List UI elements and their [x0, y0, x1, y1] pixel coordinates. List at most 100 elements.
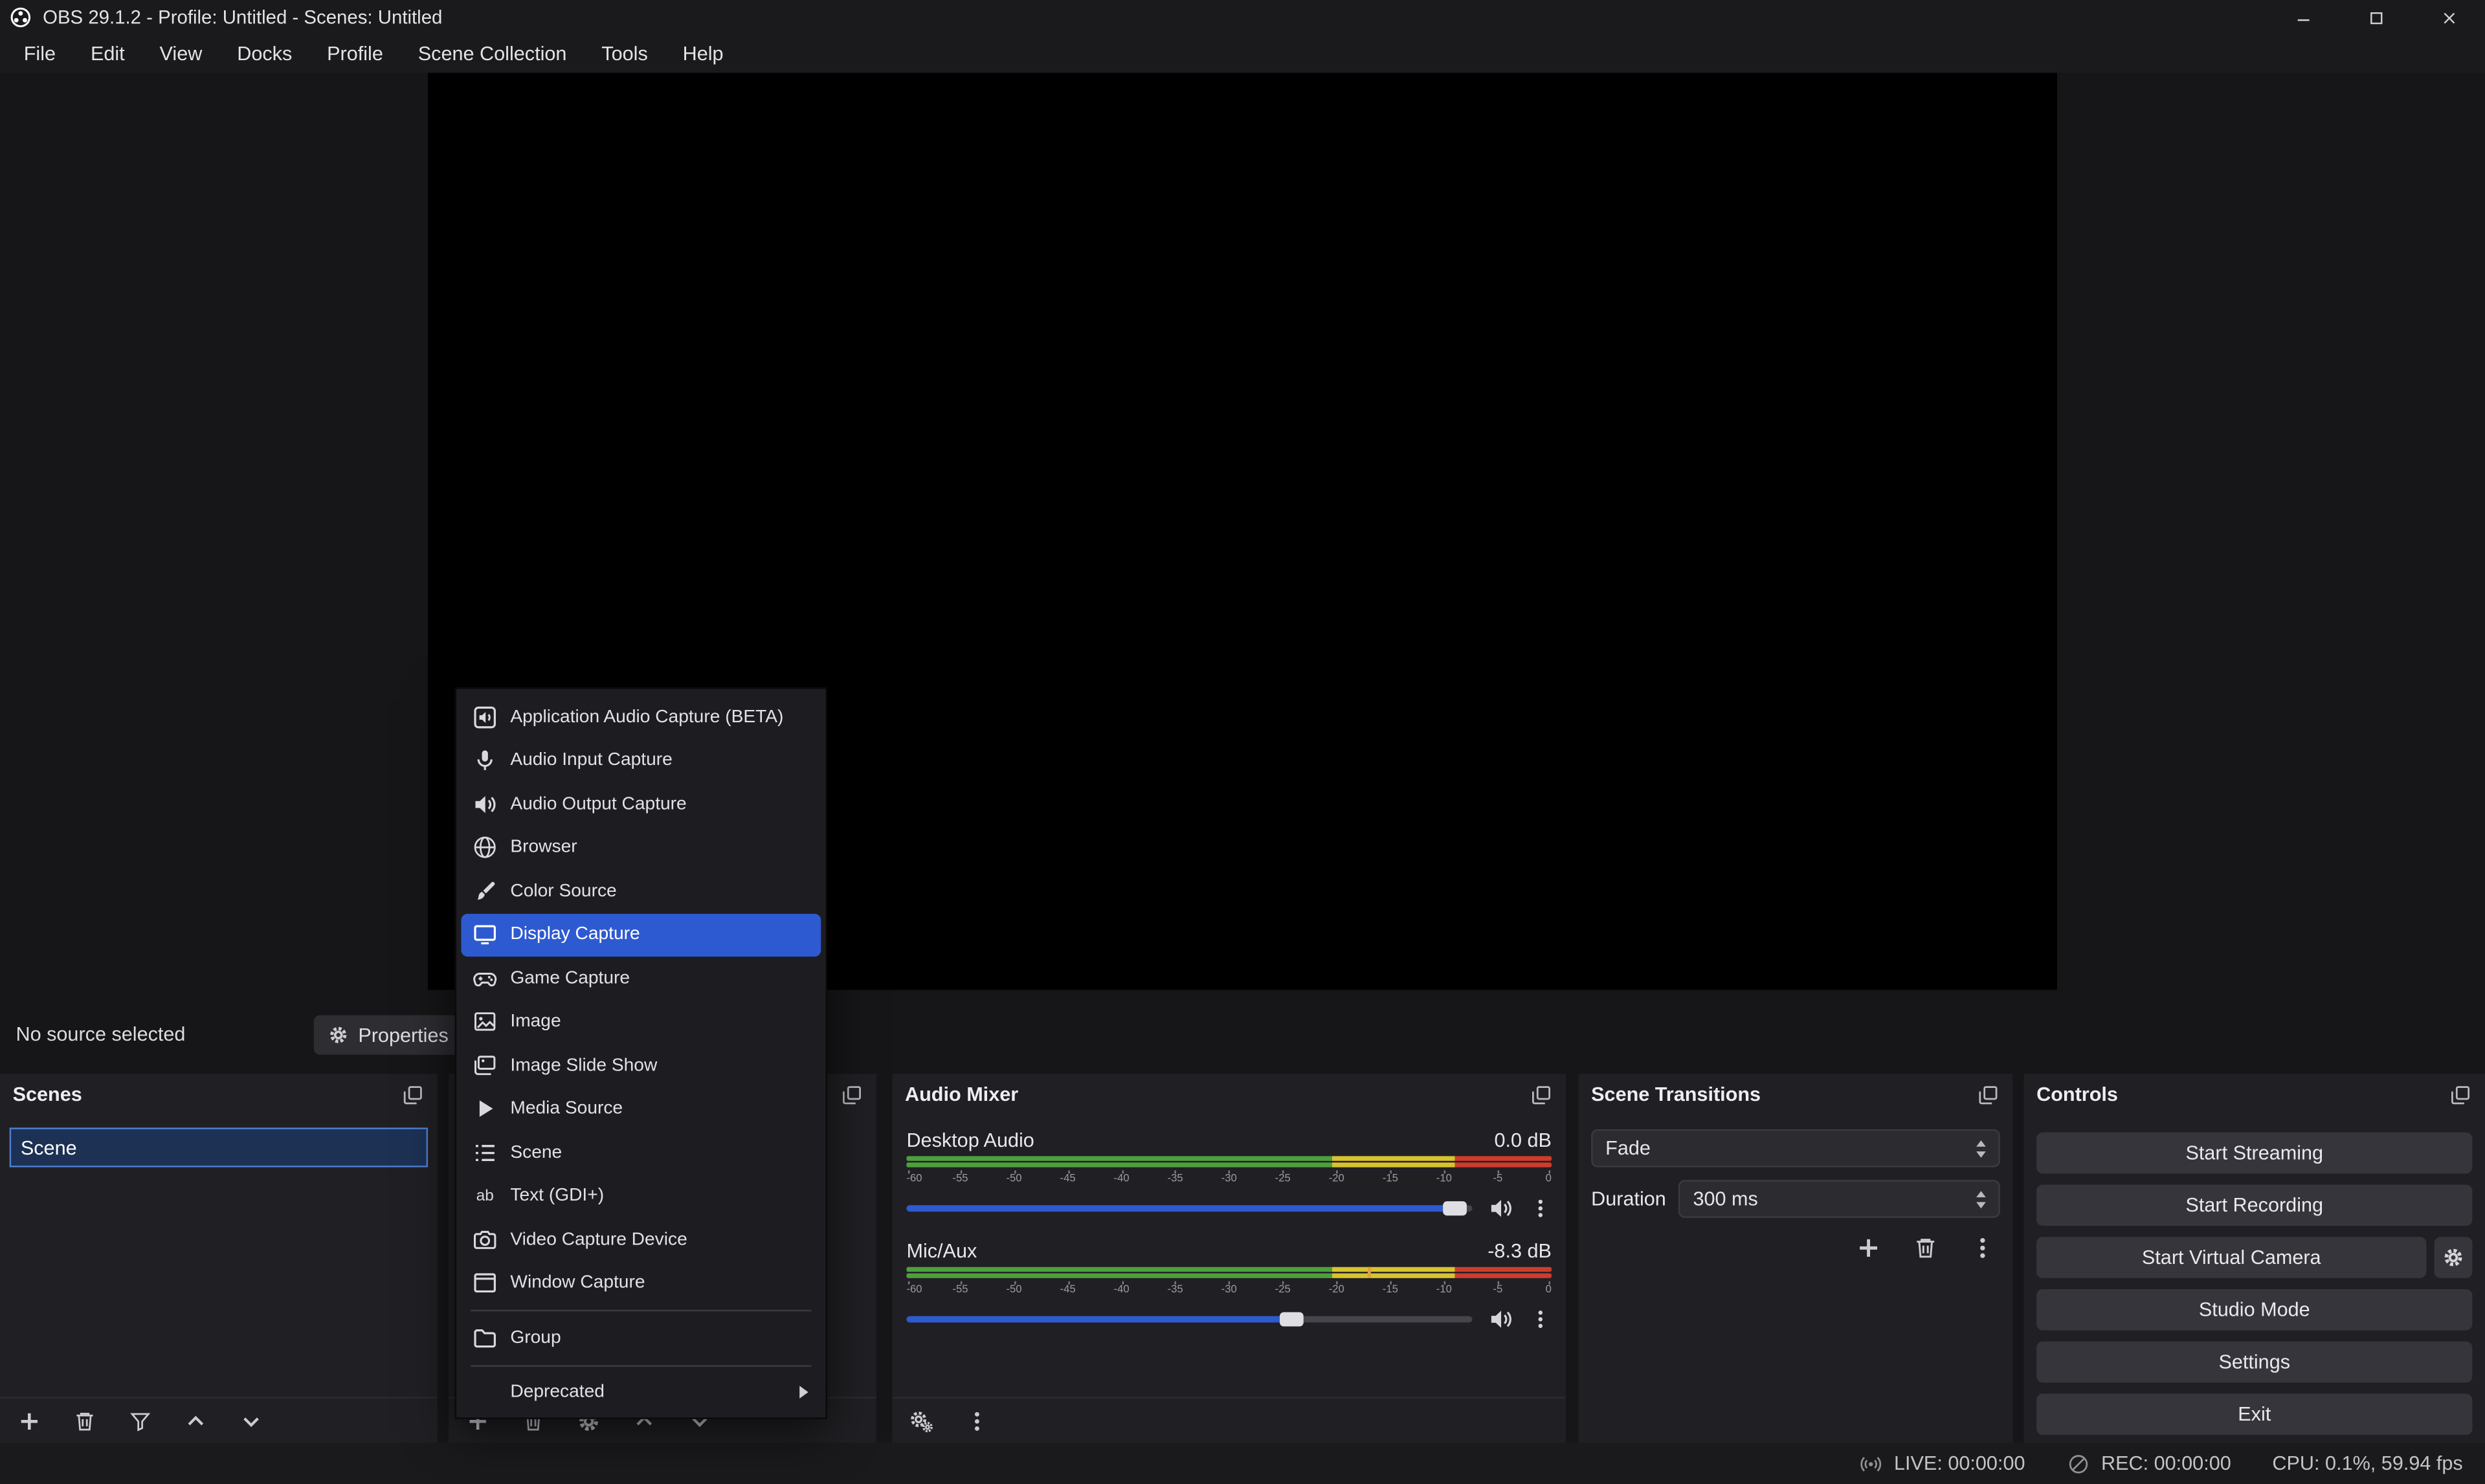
volume-meter — [906, 1156, 1551, 1167]
menu-item-image-slide-show[interactable]: Image Slide Show — [456, 1044, 825, 1087]
duration-spinner-icon[interactable] — [1976, 1190, 1986, 1208]
mixer-options-kebab-icon[interactable] — [965, 1409, 989, 1433]
popout-icon[interactable] — [840, 1083, 864, 1107]
remove-scene-button[interactable] — [73, 1409, 97, 1433]
application-audio-icon — [473, 704, 498, 729]
volume-icon[interactable] — [1488, 1195, 1513, 1220]
popout-icon[interactable] — [401, 1083, 425, 1107]
start-streaming-button[interactable]: Start Streaming — [2036, 1133, 2472, 1174]
popout-icon[interactable] — [1530, 1083, 1554, 1107]
menu-item-display-capture[interactable]: Display Capture — [461, 913, 821, 957]
channel-level: -8.3 dB — [1488, 1239, 1552, 1261]
duration-value: 300 ms — [1693, 1188, 1757, 1210]
minimize-button[interactable] — [2266, 0, 2339, 35]
meter-scale-label: -25 — [1275, 1285, 1291, 1296]
menu-profile[interactable]: Profile — [309, 35, 401, 73]
cpu-status-label: CPU: 0.1%, 59.94 fps — [2272, 1452, 2462, 1474]
menu-item-text-gdi[interactable]: ab Text (GDI+) — [456, 1175, 825, 1218]
volume-slider-handle[interactable] — [1443, 1201, 1467, 1215]
popout-icon[interactable] — [2449, 1083, 2473, 1107]
scene-list-icon — [473, 1140, 498, 1165]
move-scene-up-button[interactable] — [184, 1409, 208, 1433]
gear-icon — [328, 1024, 349, 1045]
channel-options-kebab-icon[interactable] — [1530, 1306, 1552, 1331]
menu-item-image[interactable]: Image — [456, 1000, 825, 1043]
select-spinner-icon[interactable] — [1976, 1140, 1986, 1157]
menu-item-audio-output-capture[interactable]: Audio Output Capture — [456, 782, 825, 826]
scenes-dock: Scenes Scene — [0, 1074, 438, 1443]
meter-scale-label: -45 — [1060, 1173, 1076, 1184]
volume-slider[interactable] — [906, 1315, 1472, 1322]
volume-icon[interactable] — [1488, 1306, 1513, 1331]
advanced-audio-button[interactable] — [909, 1409, 933, 1433]
transitions-dock-header: Scene Transitions — [1579, 1074, 2013, 1115]
virtual-camera-settings-button[interactable] — [2435, 1237, 2473, 1278]
live-status: LIVE: 00:00:00 — [1859, 1452, 2025, 1476]
menu-item-color-source[interactable]: Color Source — [456, 869, 825, 913]
mixer-channel-desktop-audio: Desktop Audio 0.0 dB -60-55-50-45-40-35-… — [892, 1124, 1566, 1226]
properties-button-label: Properties — [358, 1024, 449, 1046]
add-scene-button[interactable] — [17, 1409, 41, 1433]
menu-item-window-capture[interactable]: Window Capture — [456, 1261, 825, 1305]
play-icon — [473, 1096, 498, 1122]
peak-marker — [1368, 1267, 1371, 1278]
menu-tools[interactable]: Tools — [584, 35, 665, 73]
menu-item-label: Display Capture — [510, 925, 640, 944]
meter-scale-label: -20 — [1329, 1285, 1344, 1296]
menu-item-game-capture[interactable]: Game Capture — [456, 957, 825, 1000]
menu-item-media-source[interactable]: Media Source — [456, 1087, 825, 1131]
menu-item-label: Media Source — [510, 1100, 623, 1118]
menu-view[interactable]: View — [142, 35, 220, 73]
window-icon — [473, 1270, 498, 1296]
menu-edit[interactable]: Edit — [73, 35, 142, 73]
menu-item-browser[interactable]: Browser — [456, 826, 825, 869]
menu-file[interactable]: File — [6, 35, 73, 73]
controls-dock: Controls Start Streaming Start Recording… — [2024, 1074, 2485, 1443]
scene-list-item[interactable]: Scene — [10, 1127, 428, 1167]
menu-item-audio-input-capture[interactable]: Audio Input Capture — [456, 739, 825, 782]
transition-options-kebab-icon[interactable] — [1970, 1235, 1995, 1261]
minimize-icon — [2293, 7, 2313, 28]
settings-button[interactable]: Settings — [2036, 1342, 2472, 1383]
transition-select[interactable]: Fade — [1591, 1129, 2000, 1168]
volume-slider[interactable] — [906, 1204, 1472, 1211]
menu-scene-collection[interactable]: Scene Collection — [401, 35, 585, 73]
maximize-button[interactable] — [2339, 0, 2413, 35]
start-recording-button[interactable]: Start Recording — [2036, 1184, 2472, 1226]
menu-item-group[interactable]: Group — [456, 1316, 825, 1360]
remove-transition-button[interactable] — [1913, 1235, 1938, 1261]
meter-scale-label: 0 — [1546, 1285, 1552, 1296]
duration-spinbox[interactable]: 300 ms — [1678, 1180, 2000, 1218]
volume-slider-handle[interactable] — [1279, 1311, 1303, 1325]
exit-button[interactable]: Exit — [2036, 1394, 2472, 1435]
menu-item-label: Image Slide Show — [510, 1056, 657, 1075]
add-transition-button[interactable] — [1856, 1235, 1881, 1261]
meter-scale-label: -25 — [1275, 1173, 1291, 1184]
close-icon — [2438, 7, 2459, 28]
studio-mode-button[interactable]: Studio Mode — [2036, 1289, 2472, 1331]
menu-item-application-audio-capture[interactable]: Application Audio Capture (BETA) — [456, 695, 825, 738]
move-scene-down-button[interactable] — [240, 1409, 263, 1433]
menu-item-video-capture-device[interactable]: Video Capture Device — [456, 1218, 825, 1261]
menu-item-scene[interactable]: Scene — [456, 1131, 825, 1174]
menu-help[interactable]: Help — [665, 35, 741, 73]
channel-options-kebab-icon[interactable] — [1530, 1195, 1552, 1220]
meter-scale-label: -15 — [1383, 1173, 1398, 1184]
meter-scale: -60-55-50-45-40-35-30-25-20-15-10-50 — [906, 1281, 1551, 1299]
empty-icon-placeholder — [473, 1380, 498, 1405]
maximize-icon — [2365, 7, 2386, 28]
meter-scale-label: -55 — [952, 1173, 968, 1184]
globe-icon — [473, 835, 498, 860]
menu-docks[interactable]: Docks — [219, 35, 309, 73]
close-button[interactable] — [2412, 0, 2485, 35]
controls-dock-header: Controls — [2024, 1074, 2485, 1115]
scene-filters-button[interactable] — [128, 1409, 152, 1433]
popout-icon[interactable] — [1976, 1083, 2000, 1107]
menu-item-deprecated[interactable]: Deprecated — [456, 1371, 825, 1414]
meter-scale-label: -15 — [1383, 1285, 1398, 1296]
properties-button[interactable]: Properties — [314, 1015, 467, 1055]
menu-item-label: Video Capture Device — [510, 1230, 687, 1249]
camera-icon — [473, 1227, 498, 1252]
meter-scale-label: 0 — [1546, 1173, 1552, 1184]
start-virtual-camera-button[interactable]: Start Virtual Camera — [2036, 1237, 2426, 1278]
